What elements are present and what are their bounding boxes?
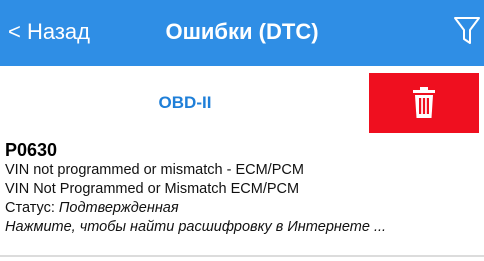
trash-icon	[413, 87, 435, 118]
dtc-status: Статус: Подтвержденная	[5, 199, 480, 218]
app-header: < Назад Ошибки (DTC)	[0, 0, 484, 66]
protocol-tab-obd2[interactable]: OBD-II	[0, 66, 370, 140]
status-label: Статус:	[5, 200, 59, 216]
delete-button[interactable]	[369, 73, 479, 133]
list-divider	[0, 255, 484, 257]
status-value: Подтвержденная	[58, 200, 179, 216]
search-online-link[interactable]: Нажмите, чтобы найти расшифровку в Интер…	[5, 218, 480, 237]
filter-icon	[454, 17, 480, 44]
filter-button[interactable]	[453, 15, 481, 47]
dtc-description-primary: VIN not programmed or mismatch - ECM/PCM	[5, 162, 304, 178]
dtc-description-secondary: VIN Not Programmed or Mismatch ECM/PCM	[5, 181, 300, 197]
protocol-label: OBD-II	[158, 93, 212, 112]
dtc-code: P0630	[5, 140, 58, 160]
page-title: Ошибки (DTC)	[165, 19, 319, 44]
dtc-list-item[interactable]: P0630 VIN not programmed or mismatch - E…	[5, 139, 480, 237]
toolbar: OBD-II	[0, 66, 484, 140]
